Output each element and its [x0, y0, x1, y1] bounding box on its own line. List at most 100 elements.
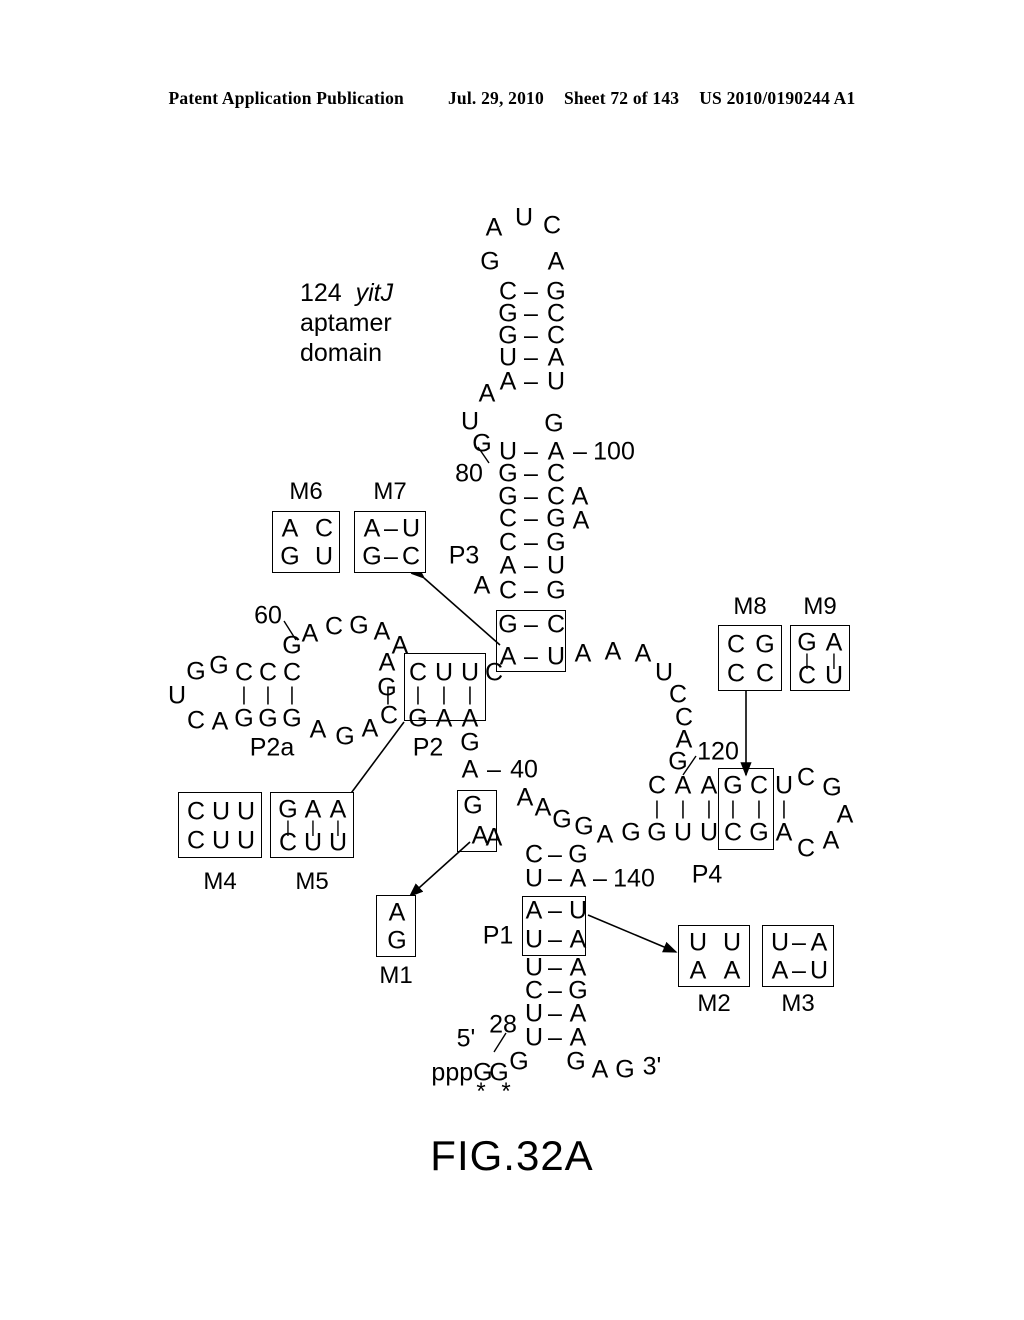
mutant-box-m8[interactable]: C G C C [718, 625, 782, 691]
nt-three-end: G [566, 1047, 586, 1076]
position-label-140: 140 [613, 864, 655, 893]
nt-p3-loop: C [542, 211, 562, 240]
mutant-label-m4: M4 [203, 868, 237, 895]
mutant-box-m4[interactable]: C U U C U U [178, 792, 262, 858]
position-label-60: 60 [254, 601, 282, 630]
bond-number-dash: – [593, 864, 607, 893]
nt-p3-bulge: A [478, 379, 496, 408]
nt-p4-top: C [647, 771, 667, 800]
figure-label: FIG.32A [430, 1132, 594, 1179]
bond-pair: – [548, 1023, 562, 1052]
nt-p1-upper: A [461, 755, 479, 784]
mutant-box-m9[interactable]: G A | | C U [790, 625, 850, 691]
nt-p3-loop: A [485, 213, 503, 242]
caption-line3: domain [300, 339, 382, 367]
nt-p2a-bottom: G [258, 704, 278, 733]
mutant-label-m7: M7 [373, 478, 407, 505]
mutant-bond: – [792, 956, 806, 985]
mutant-cell: U [401, 514, 421, 543]
p4-highlight-box [718, 768, 774, 850]
bond-pair: – [548, 864, 562, 893]
nt-p2a-loop: A [211, 707, 229, 736]
nt-p3-stem: A [499, 367, 517, 396]
star-marker: * [501, 1078, 511, 1105]
nt-p3-loop: U [514, 203, 534, 232]
nt-p4-bottom: U [699, 818, 719, 847]
nt-junction: A [634, 639, 652, 668]
nt-p2a-arc: G [349, 611, 369, 640]
mutant-cell: U [809, 956, 829, 985]
nt-p2a-loop: U [167, 681, 187, 710]
mutant-label-m5: M5 [295, 868, 329, 895]
mutant-cell: C [755, 659, 775, 688]
mutant-cell: A [689, 956, 707, 985]
nt-p4-loop: G [822, 773, 842, 802]
mutant-cell: U [236, 826, 256, 855]
mutant-label-m3: M3 [781, 990, 815, 1017]
nt-three-end: A [591, 1055, 609, 1084]
mutant-bond: – [384, 514, 398, 543]
mutant-cell: C [314, 514, 334, 543]
bond-vertical: | [385, 684, 391, 706]
nt-p1-ga-box: G [463, 791, 483, 820]
mutant-cell: G [362, 542, 382, 571]
mutant-box-m7[interactable]: A – U G – C [354, 511, 426, 573]
nt-five-end: G [509, 1047, 529, 1076]
nt-p1-upper: G [460, 728, 480, 757]
mutant-cell: U [688, 928, 708, 957]
mutant-cell: U [236, 797, 256, 826]
nt-p4-top: A [700, 771, 718, 800]
mutant-cell: U [303, 828, 323, 857]
nt-p2a-bottom: G [234, 704, 254, 733]
leader-p1-to-m2 [587, 914, 678, 953]
mutant-box-m2[interactable]: U U A A [678, 925, 750, 987]
position-label-28: 28 [489, 1010, 517, 1039]
nt-p3-stem: G [546, 576, 566, 605]
mutant-cell: U [824, 661, 844, 690]
bond-number-dash: – [487, 755, 501, 784]
mutant-box-m1[interactable]: A G [376, 895, 416, 957]
nt-junction-lower: A [516, 783, 534, 812]
caption-number: 124 [300, 279, 342, 307]
nt-p3-left-bulge: A [473, 571, 491, 600]
nt-p2a-arc: G [282, 631, 302, 660]
nt-p2a-arc: A [373, 617, 391, 646]
mutant-label-m1: M1 [379, 962, 413, 989]
mutant-bond: – [384, 542, 398, 571]
position-label-100: 100 [593, 437, 635, 466]
nt-three-end: G [615, 1055, 635, 1084]
nt-p2a-loop: G [209, 651, 229, 680]
nt-p3-bulge: G [544, 409, 564, 438]
mutant-cell: U [314, 542, 334, 571]
nt-p3-stem: A [499, 551, 517, 580]
nt-p1-stem: A [569, 864, 587, 893]
p1-highlight-box [522, 896, 586, 956]
nt-p2a-arc: C [324, 612, 344, 641]
nt-p2a-loop: C [186, 706, 206, 735]
mutant-cell: A [810, 928, 828, 957]
mutant-label-m2: M2 [697, 990, 731, 1017]
helix-label-p3: P3 [448, 541, 480, 570]
position-label-120: 120 [697, 737, 739, 766]
mutant-box-m3[interactable]: U – A A – U [762, 925, 834, 987]
helix-label-p2: P2 [412, 733, 444, 762]
bond-pair: – [524, 576, 538, 605]
rna-secondary-structure-diagram: 124 yitJ aptamer domain A U C G A C – G G … [0, 0, 1024, 1320]
nt-p3-stem: C [498, 576, 518, 605]
mutant-cell: A [281, 514, 299, 543]
nt-p1-ga-box: A [471, 821, 489, 850]
nt-junction: A [604, 637, 622, 666]
position-label-80: 80 [455, 459, 483, 488]
bond-number-dash: – [573, 437, 587, 466]
nt-junction-lower: G [552, 805, 572, 834]
nt-junction-lower: A [534, 793, 552, 822]
mutant-box-m5[interactable]: G A A | | | C U U [270, 792, 354, 858]
mutant-box-m6[interactable]: A C G U [272, 511, 340, 573]
helix-label-p4: P4 [691, 860, 723, 889]
caption-gene-name: yitJ [355, 279, 394, 307]
nt-junction: A [574, 639, 592, 668]
mutant-cell: C [726, 630, 746, 659]
p2-highlight-box [404, 653, 486, 721]
mutant-cell: G [755, 630, 775, 659]
nt-p4-loop: A [822, 826, 840, 855]
